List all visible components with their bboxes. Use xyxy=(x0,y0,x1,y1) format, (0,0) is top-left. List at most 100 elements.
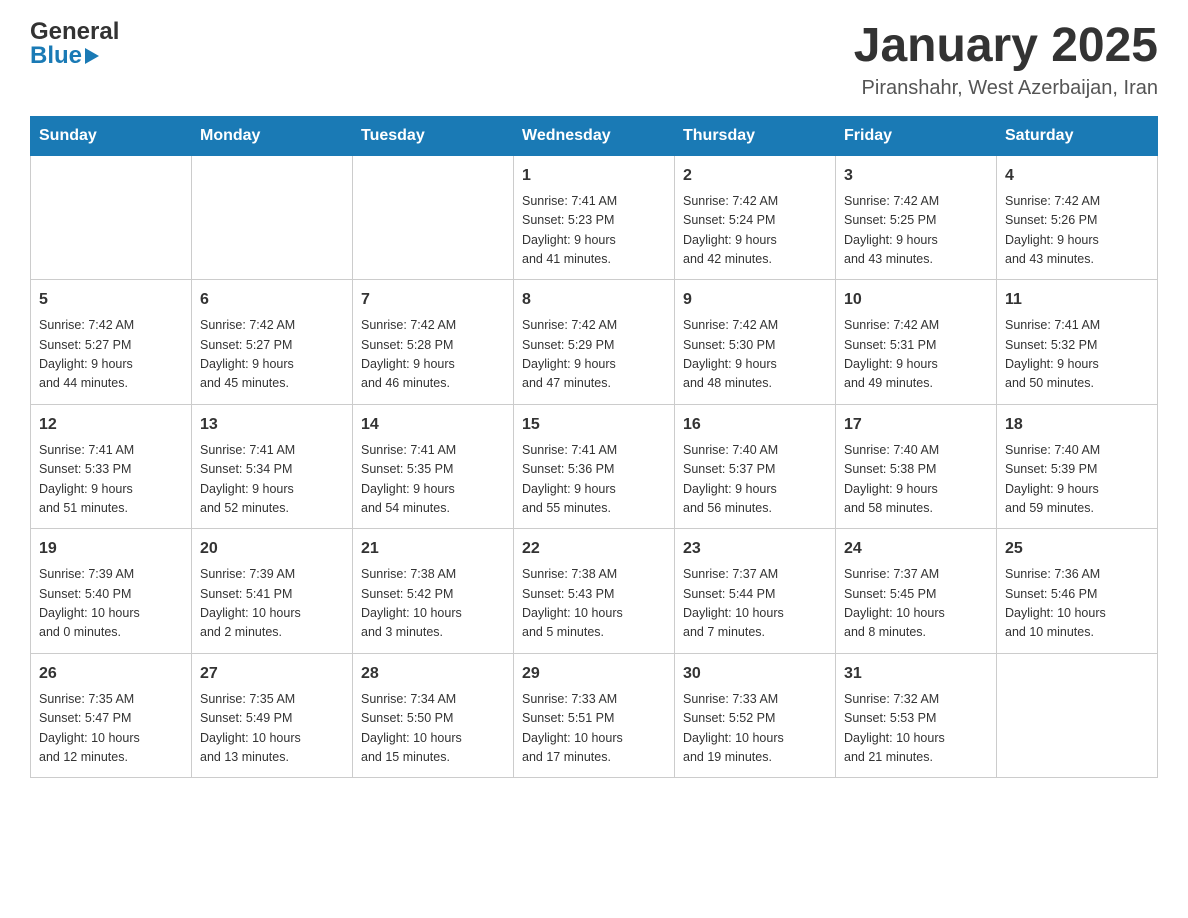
day-info: Sunrise: 7:33 AM Sunset: 5:51 PM Dayligh… xyxy=(522,690,666,768)
day-number: 28 xyxy=(361,662,505,686)
calendar-week-row: 26 Sunrise: 7:35 AM Sunset: 5:47 PM Dayli… xyxy=(31,653,1158,778)
day-info: Sunrise: 7:33 AM Sunset: 5:52 PM Dayligh… xyxy=(683,690,827,768)
calendar-cell: 6Sunrise: 7:42 AM Sunset: 5:27 PM Daylig… xyxy=(192,280,353,405)
day-info: Sunrise: 7:42 AM Sunset: 5:25 PM Dayligh… xyxy=(844,192,988,270)
logo: General Blue xyxy=(30,20,119,68)
day-info: Sunrise: 7:42 AM Sunset: 5:31 PM Dayligh… xyxy=(844,316,988,394)
day-info: Sunrise: 7:42 AM Sunset: 5:29 PM Dayligh… xyxy=(522,316,666,394)
day-number: 11 xyxy=(1005,288,1149,312)
page-header: General Blue January 2025 Piranshahr, We… xyxy=(30,20,1158,100)
day-of-week-header: Thursday xyxy=(675,116,836,155)
day-number: 13 xyxy=(200,413,344,437)
day-number: 26 xyxy=(39,662,183,686)
calendar-cell: 14Sunrise: 7:41 AM Sunset: 5:35 PM Dayli… xyxy=(353,404,514,529)
calendar-cell xyxy=(997,653,1158,778)
day-info: Sunrise: 7:42 AM Sunset: 5:27 PM Dayligh… xyxy=(39,316,183,394)
calendar-cell: 31 Sunrise: 7:32 AM Sunset: 5:53 PM Dayli… xyxy=(836,653,997,778)
calendar-cell: 4 Sunrise: 7:42 AM Sunset: 5:26 PM Daylig… xyxy=(997,155,1158,280)
day-of-week-header: Saturday xyxy=(997,116,1158,155)
calendar-cell: 10 Sunrise: 7:42 AM Sunset: 5:31 PM Dayli… xyxy=(836,280,997,405)
calendar-cell: 5 Sunrise: 7:42 AM Sunset: 5:27 PM Daylig… xyxy=(31,280,192,405)
calendar-week-row: 5 Sunrise: 7:42 AM Sunset: 5:27 PM Daylig… xyxy=(31,280,1158,405)
month-year-title: January 2025 xyxy=(854,20,1158,73)
calendar-cell xyxy=(31,155,192,280)
calendar-cell: 24Sunrise: 7:37 AM Sunset: 5:45 PM Dayli… xyxy=(836,529,997,654)
day-number: 5 xyxy=(39,288,183,312)
day-info: Sunrise: 7:40 AM Sunset: 5:39 PM Dayligh… xyxy=(1005,441,1149,519)
day-number: 19 xyxy=(39,537,183,561)
day-info: Sunrise: 7:41 AM Sunset: 5:33 PM Dayligh… xyxy=(39,441,183,519)
calendar-cell: 8 Sunrise: 7:42 AM Sunset: 5:29 PM Daylig… xyxy=(514,280,675,405)
day-number: 9 xyxy=(683,288,827,312)
day-number: 20 xyxy=(200,537,344,561)
calendar-cell xyxy=(192,155,353,280)
calendar-cell: 26 Sunrise: 7:35 AM Sunset: 5:47 PM Dayli… xyxy=(31,653,192,778)
day-info: Sunrise: 7:40 AM Sunset: 5:37 PM Dayligh… xyxy=(683,441,827,519)
calendar-week-row: 1Sunrise: 7:41 AM Sunset: 5:23 PM Daylig… xyxy=(31,155,1158,280)
day-number: 21 xyxy=(361,537,505,561)
day-number: 31 xyxy=(844,662,988,686)
day-number: 15 xyxy=(522,413,666,437)
day-of-week-header: Wednesday xyxy=(514,116,675,155)
day-number: 14 xyxy=(361,413,505,437)
day-number: 12 xyxy=(39,413,183,437)
calendar-cell: 11Sunrise: 7:41 AM Sunset: 5:32 PM Dayli… xyxy=(997,280,1158,405)
day-info: Sunrise: 7:39 AM Sunset: 5:40 PM Dayligh… xyxy=(39,565,183,643)
day-number: 10 xyxy=(844,288,988,312)
title-block: January 2025 Piranshahr, West Azerbaijan… xyxy=(854,20,1158,100)
calendar-header-row: SundayMondayTuesdayWednesdayThursdayFrid… xyxy=(31,116,1158,155)
calendar-cell: 23 Sunrise: 7:37 AM Sunset: 5:44 PM Dayli… xyxy=(675,529,836,654)
day-number: 4 xyxy=(1005,164,1149,188)
calendar-cell: 30 Sunrise: 7:33 AM Sunset: 5:52 PM Dayli… xyxy=(675,653,836,778)
day-of-week-header: Sunday xyxy=(31,116,192,155)
calendar-cell: 13Sunrise: 7:41 AM Sunset: 5:34 PM Dayli… xyxy=(192,404,353,529)
calendar-cell: 2 Sunrise: 7:42 AM Sunset: 5:24 PM Daylig… xyxy=(675,155,836,280)
day-number: 3 xyxy=(844,164,988,188)
day-info: Sunrise: 7:41 AM Sunset: 5:36 PM Dayligh… xyxy=(522,441,666,519)
day-info: Sunrise: 7:37 AM Sunset: 5:44 PM Dayligh… xyxy=(683,565,827,643)
day-info: Sunrise: 7:32 AM Sunset: 5:53 PM Dayligh… xyxy=(844,690,988,768)
day-info: Sunrise: 7:38 AM Sunset: 5:42 PM Dayligh… xyxy=(361,565,505,643)
calendar-cell: 9 Sunrise: 7:42 AM Sunset: 5:30 PM Daylig… xyxy=(675,280,836,405)
day-info: Sunrise: 7:34 AM Sunset: 5:50 PM Dayligh… xyxy=(361,690,505,768)
day-info: Sunrise: 7:40 AM Sunset: 5:38 PM Dayligh… xyxy=(844,441,988,519)
day-info: Sunrise: 7:35 AM Sunset: 5:47 PM Dayligh… xyxy=(39,690,183,768)
day-info: Sunrise: 7:42 AM Sunset: 5:26 PM Dayligh… xyxy=(1005,192,1149,270)
calendar-cell: 28 Sunrise: 7:34 AM Sunset: 5:50 PM Dayli… xyxy=(353,653,514,778)
calendar-cell: 19 Sunrise: 7:39 AM Sunset: 5:40 PM Dayli… xyxy=(31,529,192,654)
calendar-cell: 27 Sunrise: 7:35 AM Sunset: 5:49 PM Dayli… xyxy=(192,653,353,778)
calendar-cell: 7Sunrise: 7:42 AM Sunset: 5:28 PM Daylig… xyxy=(353,280,514,405)
day-number: 22 xyxy=(522,537,666,561)
calendar-cell: 16 Sunrise: 7:40 AM Sunset: 5:37 PM Dayli… xyxy=(675,404,836,529)
day-of-week-header: Tuesday xyxy=(353,116,514,155)
day-number: 30 xyxy=(683,662,827,686)
day-info: Sunrise: 7:39 AM Sunset: 5:41 PM Dayligh… xyxy=(200,565,344,643)
calendar-cell: 20 Sunrise: 7:39 AM Sunset: 5:41 PM Dayli… xyxy=(192,529,353,654)
calendar-cell: 15 Sunrise: 7:41 AM Sunset: 5:36 PM Dayli… xyxy=(514,404,675,529)
calendar-cell: 22 Sunrise: 7:38 AM Sunset: 5:43 PM Dayli… xyxy=(514,529,675,654)
day-info: Sunrise: 7:42 AM Sunset: 5:28 PM Dayligh… xyxy=(361,316,505,394)
day-number: 2 xyxy=(683,164,827,188)
location-subtitle: Piranshahr, West Azerbaijan, Iran xyxy=(854,77,1158,100)
day-of-week-header: Monday xyxy=(192,116,353,155)
logo-line2: Blue xyxy=(30,44,99,68)
calendar-week-row: 12 Sunrise: 7:41 AM Sunset: 5:33 PM Dayli… xyxy=(31,404,1158,529)
logo-arrow-icon xyxy=(85,48,99,64)
calendar-cell: 12 Sunrise: 7:41 AM Sunset: 5:33 PM Dayli… xyxy=(31,404,192,529)
day-number: 8 xyxy=(522,288,666,312)
day-number: 27 xyxy=(200,662,344,686)
day-info: Sunrise: 7:42 AM Sunset: 5:24 PM Dayligh… xyxy=(683,192,827,270)
calendar-cell: 21 Sunrise: 7:38 AM Sunset: 5:42 PM Dayli… xyxy=(353,529,514,654)
day-info: Sunrise: 7:35 AM Sunset: 5:49 PM Dayligh… xyxy=(200,690,344,768)
day-info: Sunrise: 7:42 AM Sunset: 5:30 PM Dayligh… xyxy=(683,316,827,394)
day-number: 29 xyxy=(522,662,666,686)
day-info: Sunrise: 7:38 AM Sunset: 5:43 PM Dayligh… xyxy=(522,565,666,643)
calendar-week-row: 19 Sunrise: 7:39 AM Sunset: 5:40 PM Dayli… xyxy=(31,529,1158,654)
day-number: 25 xyxy=(1005,537,1149,561)
day-number: 18 xyxy=(1005,413,1149,437)
day-number: 23 xyxy=(683,537,827,561)
day-number: 16 xyxy=(683,413,827,437)
calendar-cell: 25 Sunrise: 7:36 AM Sunset: 5:46 PM Dayli… xyxy=(997,529,1158,654)
day-info: Sunrise: 7:36 AM Sunset: 5:46 PM Dayligh… xyxy=(1005,565,1149,643)
day-number: 6 xyxy=(200,288,344,312)
